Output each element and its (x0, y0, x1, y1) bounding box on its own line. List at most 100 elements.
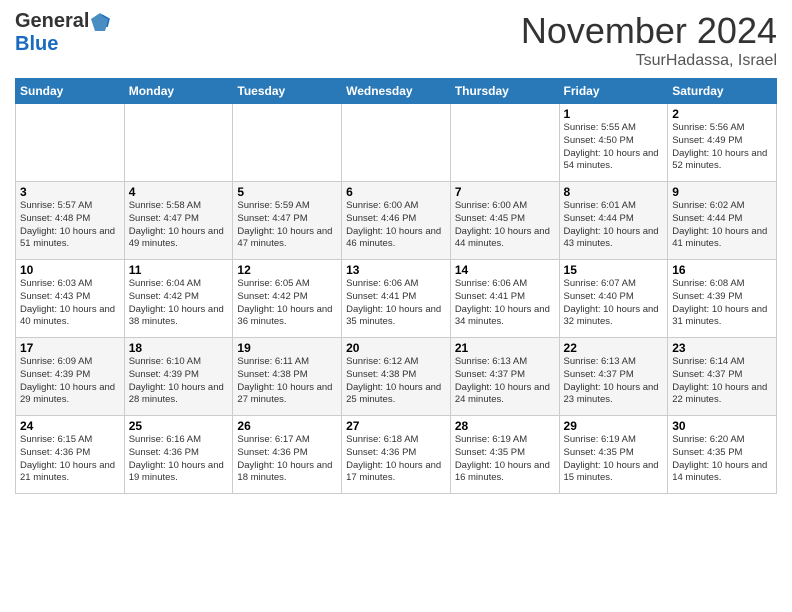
calendar-day-cell: 20Sunrise: 6:12 AM Sunset: 4:38 PM Dayli… (342, 338, 451, 416)
header-sunday: Sunday (16, 79, 125, 104)
day-info: Sunrise: 6:06 AM Sunset: 4:41 PM Dayligh… (455, 278, 555, 329)
day-number: 13 (346, 263, 446, 277)
calendar-day-cell: 12Sunrise: 6:05 AM Sunset: 4:42 PM Dayli… (233, 260, 342, 338)
calendar-day-cell: 21Sunrise: 6:13 AM Sunset: 4:37 PM Dayli… (450, 338, 559, 416)
calendar-day-cell: 28Sunrise: 6:19 AM Sunset: 4:35 PM Dayli… (450, 416, 559, 494)
calendar-day-cell: 1Sunrise: 5:55 AM Sunset: 4:50 PM Daylig… (559, 104, 668, 182)
calendar-table: Sunday Monday Tuesday Wednesday Thursday… (15, 78, 777, 494)
day-info: Sunrise: 6:13 AM Sunset: 4:37 PM Dayligh… (455, 356, 555, 407)
day-info: Sunrise: 6:10 AM Sunset: 4:39 PM Dayligh… (129, 356, 229, 407)
day-number: 12 (237, 263, 337, 277)
day-info: Sunrise: 6:19 AM Sunset: 4:35 PM Dayligh… (564, 434, 664, 485)
logo-icon (89, 11, 111, 33)
day-number: 25 (129, 419, 229, 433)
day-info: Sunrise: 6:16 AM Sunset: 4:36 PM Dayligh… (129, 434, 229, 485)
day-info: Sunrise: 6:15 AM Sunset: 4:36 PM Dayligh… (20, 434, 120, 485)
calendar-day-cell: 4Sunrise: 5:58 AM Sunset: 4:47 PM Daylig… (124, 182, 233, 260)
day-info: Sunrise: 6:07 AM Sunset: 4:40 PM Dayligh… (564, 278, 664, 329)
header-wednesday: Wednesday (342, 79, 451, 104)
calendar-day-cell: 18Sunrise: 6:10 AM Sunset: 4:39 PM Dayli… (124, 338, 233, 416)
calendar-day-cell (342, 104, 451, 182)
calendar-day-cell: 3Sunrise: 5:57 AM Sunset: 4:48 PM Daylig… (16, 182, 125, 260)
location-text: TsurHadassa, Israel (521, 52, 777, 70)
day-number: 2 (672, 107, 772, 121)
day-info: Sunrise: 6:03 AM Sunset: 4:43 PM Dayligh… (20, 278, 120, 329)
day-info: Sunrise: 6:12 AM Sunset: 4:38 PM Dayligh… (346, 356, 446, 407)
day-number: 28 (455, 419, 555, 433)
day-number: 19 (237, 341, 337, 355)
calendar-day-cell (233, 104, 342, 182)
day-info: Sunrise: 6:13 AM Sunset: 4:37 PM Dayligh… (564, 356, 664, 407)
calendar-day-cell: 24Sunrise: 6:15 AM Sunset: 4:36 PM Dayli… (16, 416, 125, 494)
calendar-day-cell: 2Sunrise: 5:56 AM Sunset: 4:49 PM Daylig… (668, 104, 777, 182)
calendar-week-row: 1Sunrise: 5:55 AM Sunset: 4:50 PM Daylig… (16, 104, 777, 182)
day-info: Sunrise: 5:57 AM Sunset: 4:48 PM Dayligh… (20, 200, 120, 251)
day-info: Sunrise: 5:56 AM Sunset: 4:49 PM Dayligh… (672, 122, 772, 173)
day-number: 17 (20, 341, 120, 355)
calendar-day-cell (16, 104, 125, 182)
page-header: General Blue November 2024 TsurHadassa, … (15, 10, 777, 70)
calendar-day-cell: 11Sunrise: 6:04 AM Sunset: 4:42 PM Dayli… (124, 260, 233, 338)
calendar-day-cell: 29Sunrise: 6:19 AM Sunset: 4:35 PM Dayli… (559, 416, 668, 494)
day-number: 15 (564, 263, 664, 277)
day-number: 10 (20, 263, 120, 277)
day-info: Sunrise: 5:59 AM Sunset: 4:47 PM Dayligh… (237, 200, 337, 251)
calendar-day-cell (450, 104, 559, 182)
day-number: 29 (564, 419, 664, 433)
day-number: 8 (564, 185, 664, 199)
calendar-day-cell: 30Sunrise: 6:20 AM Sunset: 4:35 PM Dayli… (668, 416, 777, 494)
calendar-day-cell: 8Sunrise: 6:01 AM Sunset: 4:44 PM Daylig… (559, 182, 668, 260)
header-thursday: Thursday (450, 79, 559, 104)
day-info: Sunrise: 6:18 AM Sunset: 4:36 PM Dayligh… (346, 434, 446, 485)
header-saturday: Saturday (668, 79, 777, 104)
day-info: Sunrise: 6:14 AM Sunset: 4:37 PM Dayligh… (672, 356, 772, 407)
calendar-day-cell (124, 104, 233, 182)
logo-general-text: General (15, 10, 89, 33)
title-area: November 2024 TsurHadassa, Israel (521, 10, 777, 70)
calendar-day-cell: 27Sunrise: 6:18 AM Sunset: 4:36 PM Dayli… (342, 416, 451, 494)
day-info: Sunrise: 6:04 AM Sunset: 4:42 PM Dayligh… (129, 278, 229, 329)
calendar-week-row: 3Sunrise: 5:57 AM Sunset: 4:48 PM Daylig… (16, 182, 777, 260)
calendar-week-row: 10Sunrise: 6:03 AM Sunset: 4:43 PM Dayli… (16, 260, 777, 338)
calendar-day-cell: 23Sunrise: 6:14 AM Sunset: 4:37 PM Dayli… (668, 338, 777, 416)
day-number: 3 (20, 185, 120, 199)
day-number: 22 (564, 341, 664, 355)
day-number: 7 (455, 185, 555, 199)
calendar-day-cell: 9Sunrise: 6:02 AM Sunset: 4:44 PM Daylig… (668, 182, 777, 260)
calendar-day-cell: 14Sunrise: 6:06 AM Sunset: 4:41 PM Dayli… (450, 260, 559, 338)
day-info: Sunrise: 6:06 AM Sunset: 4:41 PM Dayligh… (346, 278, 446, 329)
calendar-day-cell: 10Sunrise: 6:03 AM Sunset: 4:43 PM Dayli… (16, 260, 125, 338)
day-number: 11 (129, 263, 229, 277)
day-number: 23 (672, 341, 772, 355)
page-container: General Blue November 2024 TsurHadassa, … (0, 0, 792, 504)
calendar-day-cell: 13Sunrise: 6:06 AM Sunset: 4:41 PM Dayli… (342, 260, 451, 338)
day-info: Sunrise: 6:11 AM Sunset: 4:38 PM Dayligh… (237, 356, 337, 407)
header-tuesday: Tuesday (233, 79, 342, 104)
calendar-day-cell: 22Sunrise: 6:13 AM Sunset: 4:37 PM Dayli… (559, 338, 668, 416)
day-number: 6 (346, 185, 446, 199)
header-monday: Monday (124, 79, 233, 104)
day-number: 4 (129, 185, 229, 199)
calendar-day-cell: 5Sunrise: 5:59 AM Sunset: 4:47 PM Daylig… (233, 182, 342, 260)
calendar-week-row: 17Sunrise: 6:09 AM Sunset: 4:39 PM Dayli… (16, 338, 777, 416)
calendar-day-cell: 6Sunrise: 6:00 AM Sunset: 4:46 PM Daylig… (342, 182, 451, 260)
day-number: 1 (564, 107, 664, 121)
day-number: 18 (129, 341, 229, 355)
day-number: 16 (672, 263, 772, 277)
logo-blue-text: Blue (15, 33, 58, 55)
day-number: 21 (455, 341, 555, 355)
month-title: November 2024 (521, 10, 777, 52)
calendar-day-cell: 17Sunrise: 6:09 AM Sunset: 4:39 PM Dayli… (16, 338, 125, 416)
day-info: Sunrise: 5:58 AM Sunset: 4:47 PM Dayligh… (129, 200, 229, 251)
day-info: Sunrise: 6:17 AM Sunset: 4:36 PM Dayligh… (237, 434, 337, 485)
day-info: Sunrise: 6:09 AM Sunset: 4:39 PM Dayligh… (20, 356, 120, 407)
calendar-week-row: 24Sunrise: 6:15 AM Sunset: 4:36 PM Dayli… (16, 416, 777, 494)
calendar-header-row: Sunday Monday Tuesday Wednesday Thursday… (16, 79, 777, 104)
day-info: Sunrise: 6:01 AM Sunset: 4:44 PM Dayligh… (564, 200, 664, 251)
day-info: Sunrise: 6:19 AM Sunset: 4:35 PM Dayligh… (455, 434, 555, 485)
day-number: 24 (20, 419, 120, 433)
day-info: Sunrise: 6:00 AM Sunset: 4:45 PM Dayligh… (455, 200, 555, 251)
header-friday: Friday (559, 79, 668, 104)
day-number: 5 (237, 185, 337, 199)
day-number: 26 (237, 419, 337, 433)
